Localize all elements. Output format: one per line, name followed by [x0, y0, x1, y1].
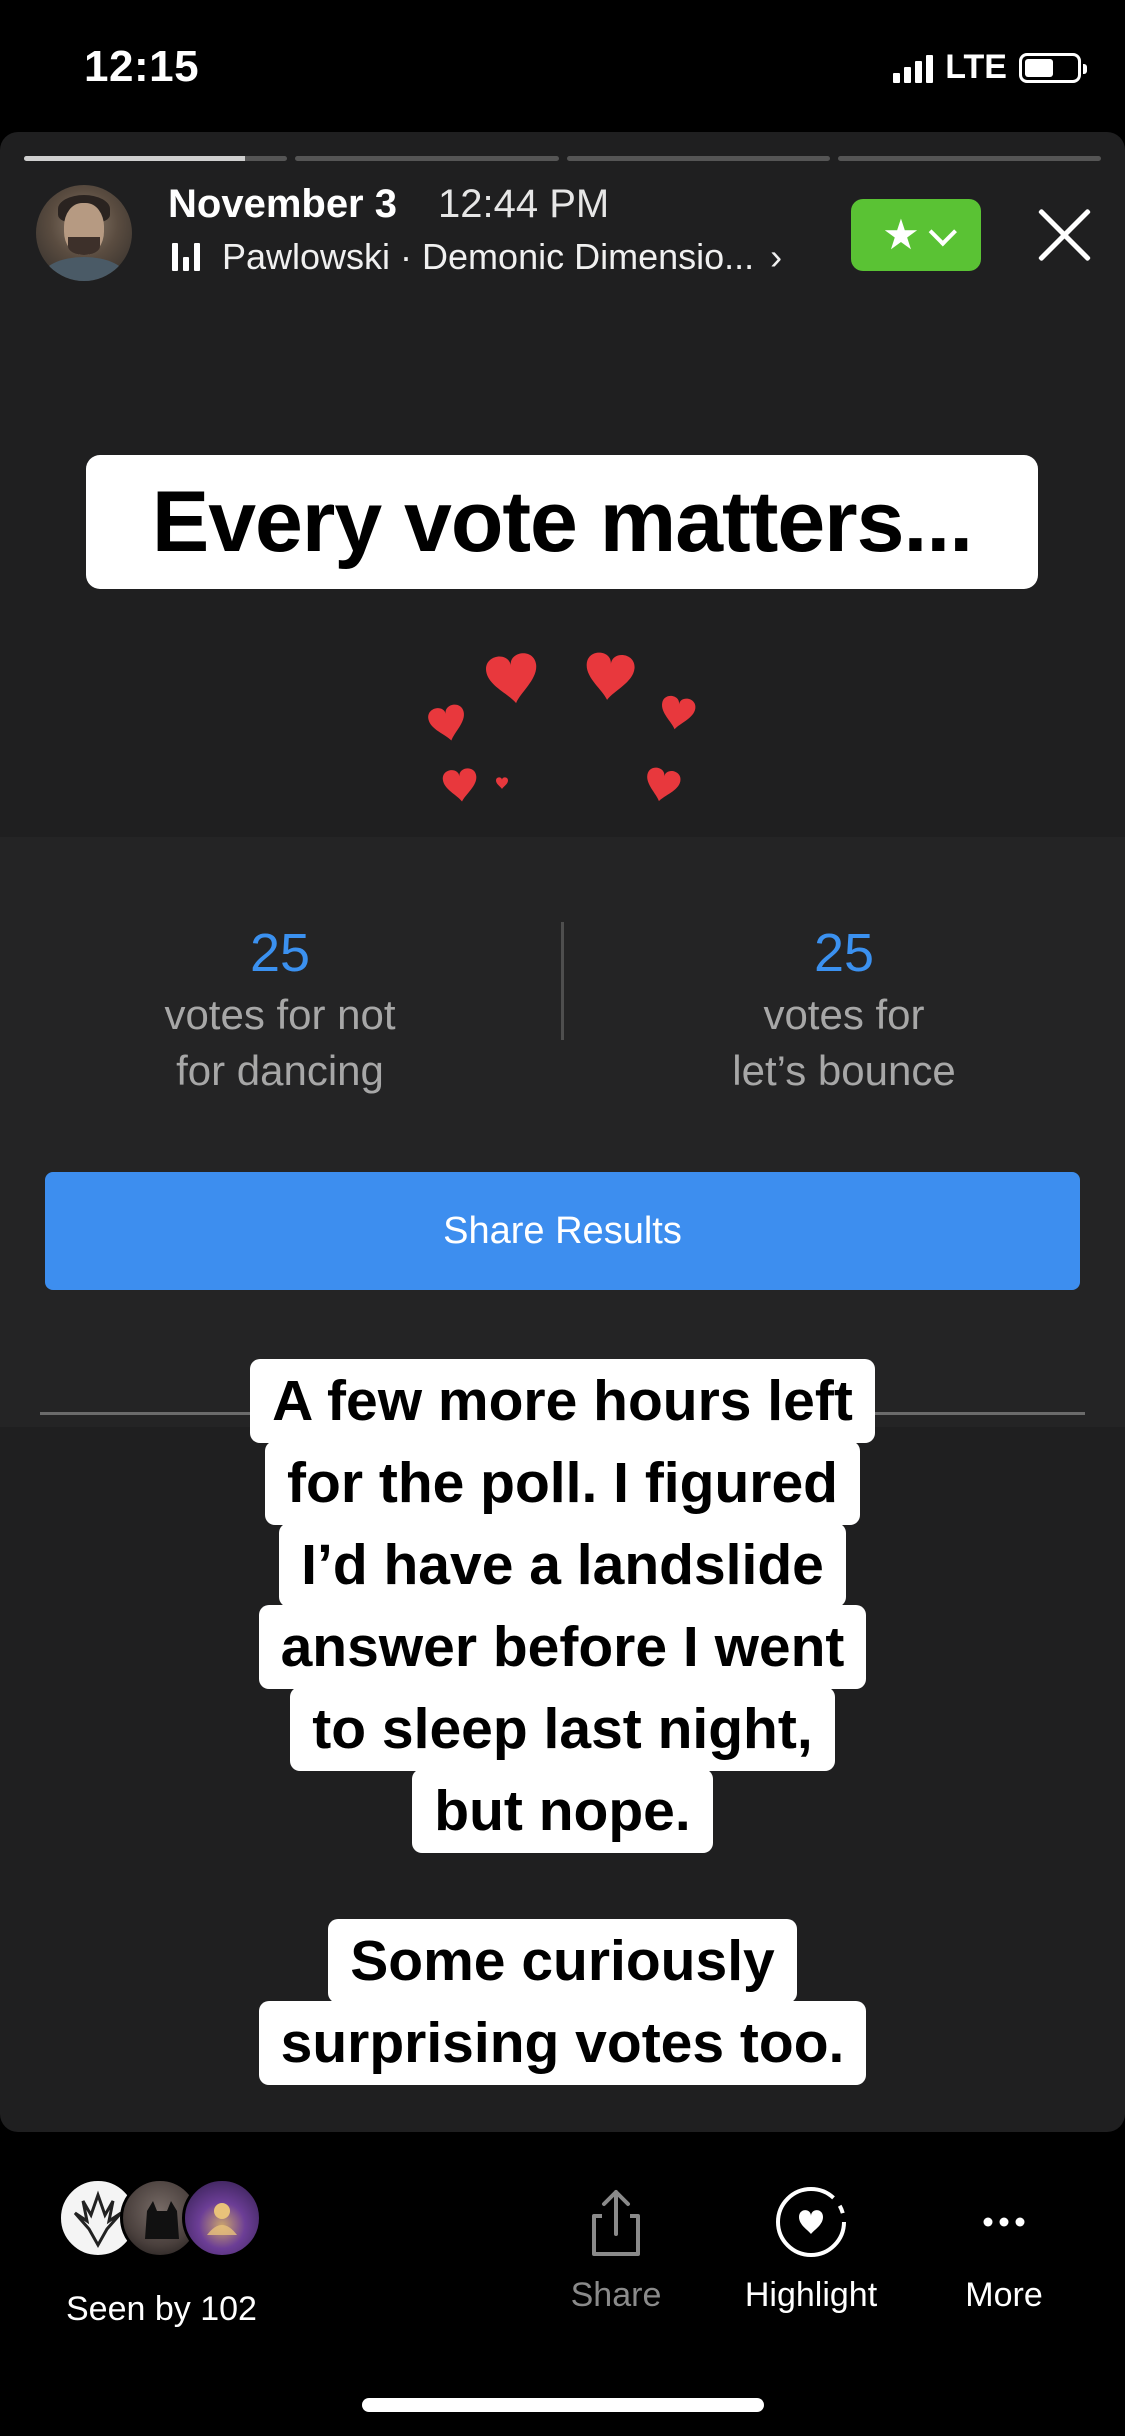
home-indicator[interactable] — [362, 2398, 764, 2412]
poll-label-right-line1: votes for — [763, 991, 925, 1038]
status-time: 12:15 — [84, 42, 200, 91]
heart-icon — [496, 777, 508, 789]
poll-option-left: 25 votes for not for dancing — [80, 922, 480, 1096]
post-date: November 3 — [168, 182, 397, 226]
caption-line: A few more hours left — [250, 1359, 875, 1443]
close-icon[interactable] — [1032, 202, 1096, 266]
viewer-avatars[interactable] — [58, 2178, 288, 2258]
poll-label-right-line2: let’s bounce — [732, 1047, 956, 1094]
poll-count-right: 25 — [813, 923, 875, 983]
heart-icon — [583, 651, 636, 703]
seen-by-count[interactable]: Seen by 102 — [66, 2290, 257, 2329]
close-friends-button[interactable]: ★ — [851, 199, 981, 271]
chevron-down-icon — [928, 218, 957, 247]
progress-segment — [24, 156, 288, 161]
progress-segment — [295, 156, 559, 161]
caption-line: answer before I went — [258, 1605, 867, 1689]
caption-line: for the poll. I figured — [265, 1441, 860, 1525]
heart-icon — [642, 766, 683, 805]
poll-divider — [561, 922, 564, 1040]
share-button[interactable]: Share — [541, 2182, 691, 2315]
more-button[interactable]: More — [929, 2182, 1079, 2315]
heart-icon — [426, 702, 469, 745]
poll-label-left-line1: votes for not — [164, 991, 396, 1038]
music-bars-icon — [172, 243, 200, 271]
music-text: Pawlowski · Demonic Dimensio... — [222, 236, 755, 277]
battery-level — [1025, 58, 1053, 77]
caption-line: surprising votes too. — [258, 2001, 867, 2085]
more-label: More — [965, 2276, 1043, 2314]
post-time: 12:44 PM — [438, 182, 610, 226]
caption-line: Some curiously — [328, 1919, 797, 2003]
progress-segment — [566, 156, 830, 161]
highlight-label: Highlight — [744, 2276, 878, 2314]
network-label: LTE — [945, 48, 1007, 86]
caption-secondary: Some curiously surprising votes too. — [0, 1919, 1125, 2085]
share-label: Share — [570, 2276, 662, 2314]
heart-icon — [658, 694, 697, 733]
highlight-heart-icon — [771, 2182, 851, 2262]
story-progress — [24, 156, 1101, 161]
status-bar: 12:15 LTE — [0, 0, 1125, 132]
progress-fill — [24, 156, 246, 161]
share-icon — [576, 2182, 656, 2262]
story-viewer[interactable]: November 3 12:44 PM Pawlowski · Demonic … — [0, 132, 1125, 2132]
story-banner-text: Every vote matters... — [86, 455, 1038, 589]
share-results-button[interactable]: Share Results — [45, 1172, 1080, 1290]
poll-option-right: 25 votes for let’s bounce — [644, 922, 1044, 1096]
heart-icon — [484, 651, 542, 707]
chevron-right-icon: › — [770, 236, 783, 277]
poll-count-left: 25 — [249, 923, 311, 983]
status-icons: LTE — [893, 48, 1087, 87]
heart-icon — [441, 767, 479, 804]
battery-icon — [1019, 52, 1087, 83]
caption-main: A few more hours left for the poll. I fi… — [0, 1359, 1125, 1853]
poll-label-left-line2: for dancing — [176, 1047, 384, 1094]
profile-avatar[interactable] — [36, 185, 132, 281]
star-icon: ★ — [882, 211, 920, 258]
more-icon — [964, 2182, 1044, 2262]
story-action-bar: Seen by 102 Share Highlight More — [0, 2132, 1125, 2436]
progress-segment — [837, 156, 1101, 161]
signal-icon — [893, 53, 934, 83]
music-link[interactable]: Pawlowski · Demonic Dimensio... › — [172, 236, 782, 278]
caption-line: to sleep last night, — [290, 1687, 835, 1771]
caption-line: I’d have a landslide — [279, 1523, 846, 1607]
viewer-avatar — [182, 2178, 262, 2258]
caption-line: but nope. — [412, 1769, 713, 1853]
highlight-button[interactable]: Highlight — [736, 2182, 886, 2315]
